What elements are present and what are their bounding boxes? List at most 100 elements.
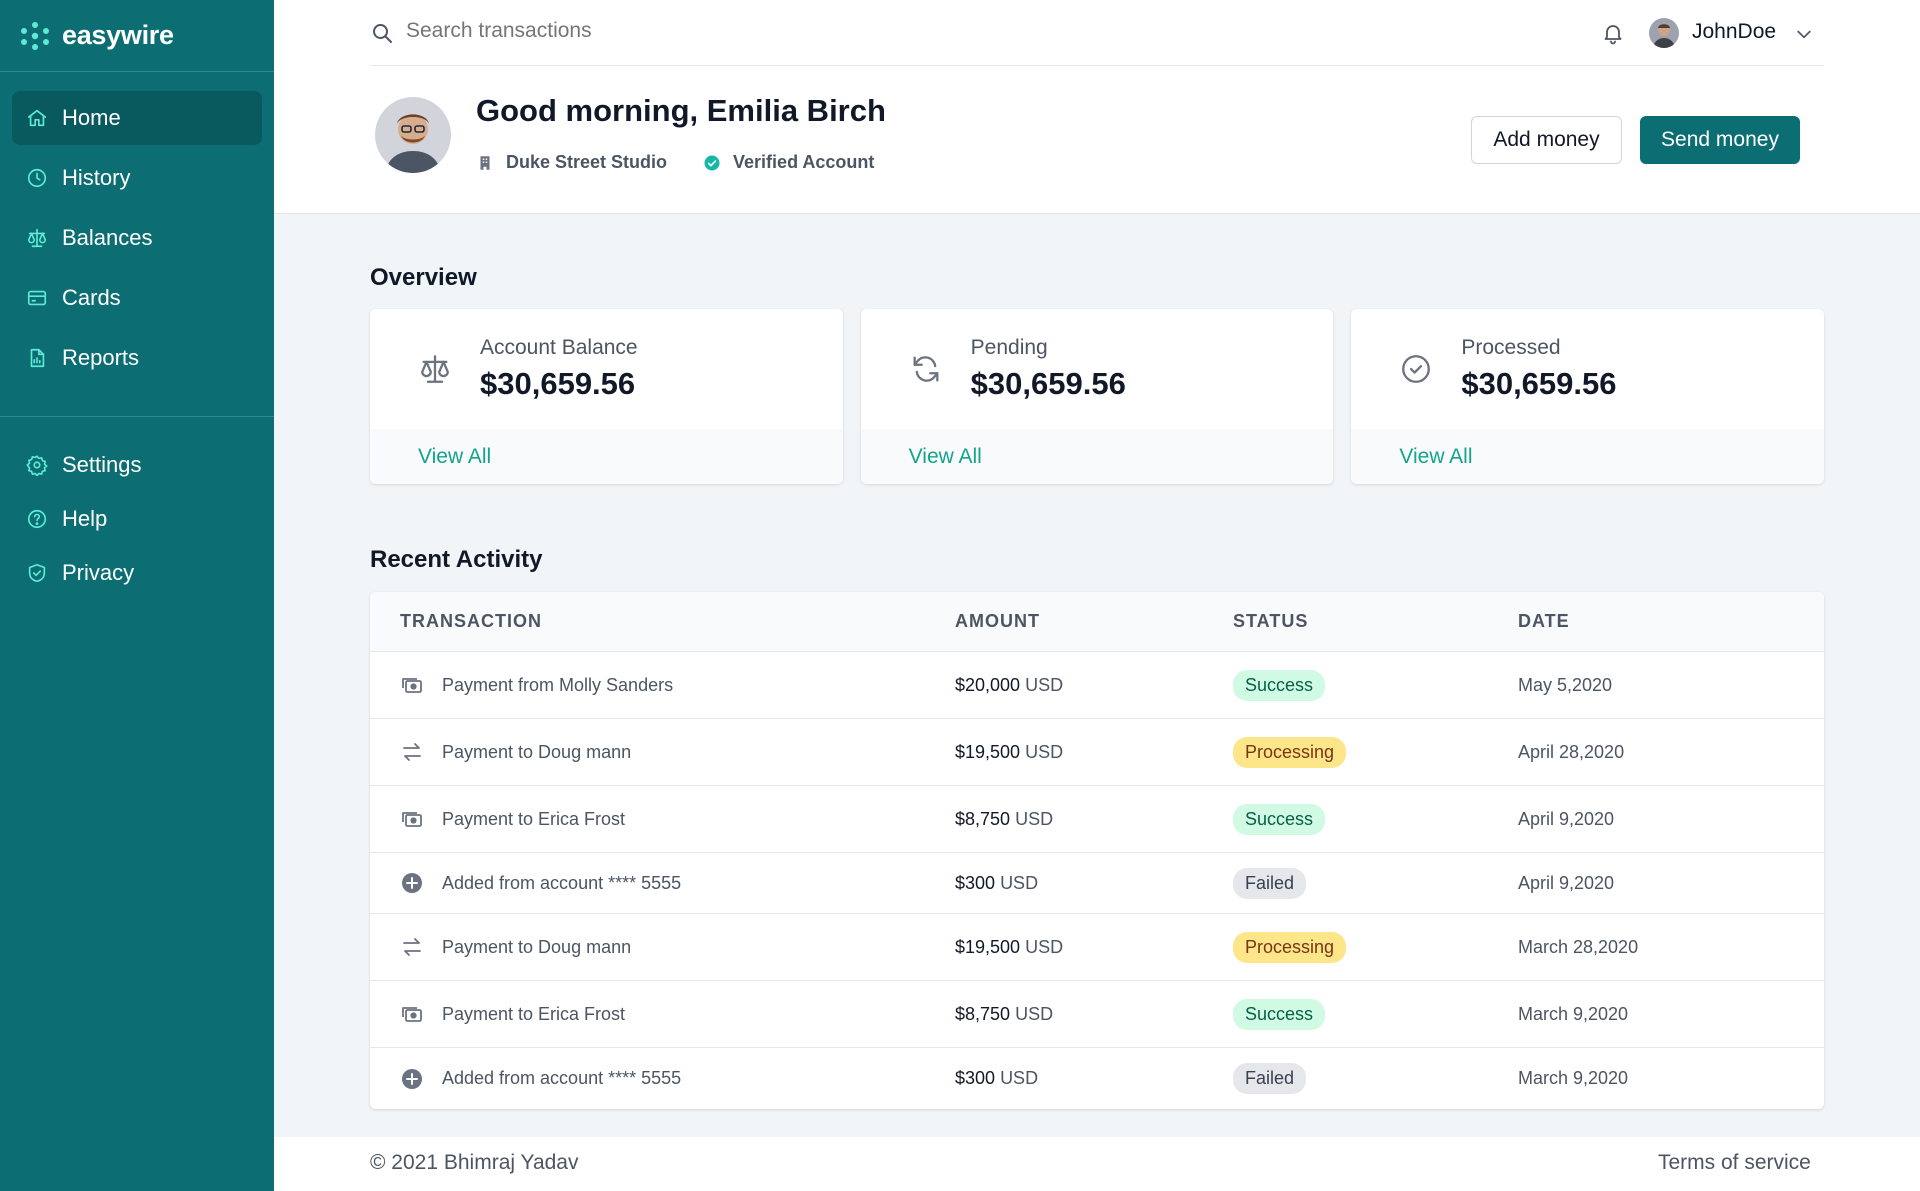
amount-value: $19,500 — [955, 741, 1021, 762]
currency: USD — [1000, 1068, 1039, 1088]
cash-icon — [402, 1007, 422, 1022]
question-circle-icon — [27, 509, 47, 529]
transaction-name[interactable]: Payment from Molly Sanders — [442, 675, 673, 696]
status-badge: Processing — [1233, 931, 1347, 963]
clock-icon — [27, 168, 47, 188]
sidebar: easywire Home History Balances Cards Rep… — [0, 0, 274, 1191]
date: May 5,2020 — [1518, 674, 1613, 695]
table-row[interactable]: Payment to Erica Frost $8,750 USD Succes… — [370, 981, 1824, 1048]
amount-value: $300 — [955, 872, 996, 893]
check-circle-icon — [704, 155, 720, 170]
sidebar-item-balances[interactable]: Balances — [12, 211, 262, 265]
secondary-nav: Settings Help Privacy — [0, 441, 274, 597]
sidebar-item-privacy[interactable]: Privacy — [12, 549, 262, 597]
table-row[interactable]: Payment to Doug mann $19,500 USD Process… — [370, 719, 1824, 786]
transaction-name[interactable]: Payment to Doug mann — [442, 742, 631, 763]
view-all-link[interactable]: View All — [909, 445, 982, 469]
transaction-name[interactable]: Payment to Erica Frost — [442, 1004, 625, 1025]
sidebar-item-reports[interactable]: Reports — [12, 331, 262, 385]
sidebar-item-label: Home — [62, 105, 121, 130]
search-icon — [373, 24, 392, 43]
overview-title: Overview — [370, 264, 477, 291]
profile-avatar — [375, 97, 451, 173]
sidebar-item-settings[interactable]: Settings — [12, 441, 262, 489]
verified-status: Verified Account — [703, 152, 874, 173]
switch-horizontal-icon — [403, 938, 421, 956]
avatar[interactable] — [1649, 18, 1679, 48]
column-header-date: DATE — [1518, 611, 1570, 631]
currency: USD — [1015, 808, 1054, 829]
switch-horizontal-icon — [403, 743, 421, 761]
user-name[interactable]: JohnDoe — [1692, 20, 1776, 44]
view-all-link[interactable]: View All — [418, 445, 491, 469]
view-all-link[interactable]: View All — [1399, 445, 1472, 469]
credit-card-icon — [27, 290, 47, 306]
currency: USD — [1025, 741, 1064, 762]
table-row[interactable]: Added from account **** 5555 $300 USD Fa… — [370, 853, 1824, 914]
document-report-icon — [30, 348, 45, 368]
transaction-name[interactable]: Payment to Erica Frost — [442, 809, 625, 830]
plus-circle-icon — [402, 1068, 422, 1089]
table-row[interactable]: Added from account **** 5555 $300 USD Fa… — [370, 1048, 1824, 1109]
card-value: $30,659.56 — [970, 366, 1126, 401]
date: March 9,2020 — [1518, 1003, 1629, 1024]
activity-table: TRANSACTION AMOUNT STATUS DATE Payment f… — [370, 592, 1824, 1109]
refresh-icon — [913, 356, 939, 382]
recent-activity-title: Recent Activity — [370, 546, 543, 573]
scale-icon — [27, 228, 47, 248]
bell-icon[interactable] — [1601, 21, 1625, 45]
office-building-icon — [480, 155, 490, 170]
brand[interactable]: easywire — [0, 0, 274, 72]
sidebar-item-cards[interactable]: Cards — [12, 271, 262, 325]
status-badge: Failed — [1233, 1063, 1307, 1094]
status-badge: Success — [1233, 803, 1326, 835]
amount-value: $8,750 — [955, 808, 1011, 829]
terms-of-service-link[interactable]: Terms of service — [1658, 1151, 1811, 1175]
table-row[interactable]: Payment to Doug mann $19,500 USD Process… — [370, 914, 1824, 981]
check-circle-icon — [1402, 355, 1431, 383]
gear-icon — [26, 455, 48, 476]
table-row[interactable]: Payment from Molly Sanders $20,000 USD S… — [370, 652, 1824, 719]
send-money-button[interactable]: Send money — [1640, 116, 1800, 164]
company-name: Duke Street Studio — [506, 152, 668, 172]
currency: USD — [1000, 872, 1039, 893]
transaction-name[interactable]: Payment to Doug mann — [442, 937, 631, 958]
card-value: $30,659.56 — [480, 366, 636, 401]
column-header-status: STATUS — [1233, 611, 1309, 631]
card-label: Processed — [1461, 336, 1561, 359]
sidebar-item-help[interactable]: Help — [12, 495, 262, 543]
account-balance-card: Account Balance $30,659.56 View All — [370, 309, 843, 484]
sidebar-item-label: Reports — [62, 345, 140, 370]
chevron-down-icon[interactable] — [1794, 24, 1814, 44]
column-header-transaction: TRANSACTION — [400, 611, 542, 631]
primary-nav: Home History Balances Cards Reports — [0, 72, 274, 385]
profile-meta: Duke Street Studio Verified Account — [476, 152, 874, 173]
sidebar-item-history[interactable]: History — [12, 151, 262, 205]
copyright: © 2021 Bhimraj Yadav — [370, 1151, 579, 1174]
sidebar-item-label: Cards — [62, 285, 121, 310]
card-label: Pending — [970, 336, 1048, 359]
plus-circle-icon — [402, 873, 422, 893]
amount-value: $20,000 — [955, 674, 1021, 695]
sidebar-divider — [0, 416, 274, 417]
column-header-amount: AMOUNT — [955, 611, 1040, 631]
sidebar-item-label: Balances — [62, 225, 153, 250]
status-badge: Success — [1233, 669, 1326, 701]
pending-card: Pending $30,659.56 View All — [860, 309, 1334, 484]
add-money-button[interactable]: Add money — [1471, 116, 1622, 164]
amount-value: $19,500 — [955, 936, 1021, 957]
transaction-name[interactable]: Added from account **** 5555 — [442, 873, 681, 894]
processed-card: Processed $30,659.56 View All — [1351, 309, 1825, 484]
sidebar-item-home[interactable]: Home — [12, 91, 262, 145]
search-input[interactable] — [406, 19, 1006, 43]
table-row[interactable]: Payment to Erica Frost $8,750 USD Succes… — [370, 786, 1824, 853]
cash-icon — [402, 678, 422, 693]
date: April 9,2020 — [1518, 808, 1615, 829]
transaction-name[interactable]: Added from account **** 5555 — [442, 1068, 681, 1089]
status-badge: Success — [1233, 998, 1326, 1030]
overview-cards: Account Balance $30,659.56 View All Pend… — [370, 309, 1825, 484]
sidebar-item-label: Help — [62, 506, 108, 531]
greeting: Good morning, Emilia Birch — [476, 93, 886, 128]
shield-check-icon — [28, 563, 46, 583]
page-header: JohnDoe Good morning, Emilia Birch Duke … — [274, 0, 1920, 214]
